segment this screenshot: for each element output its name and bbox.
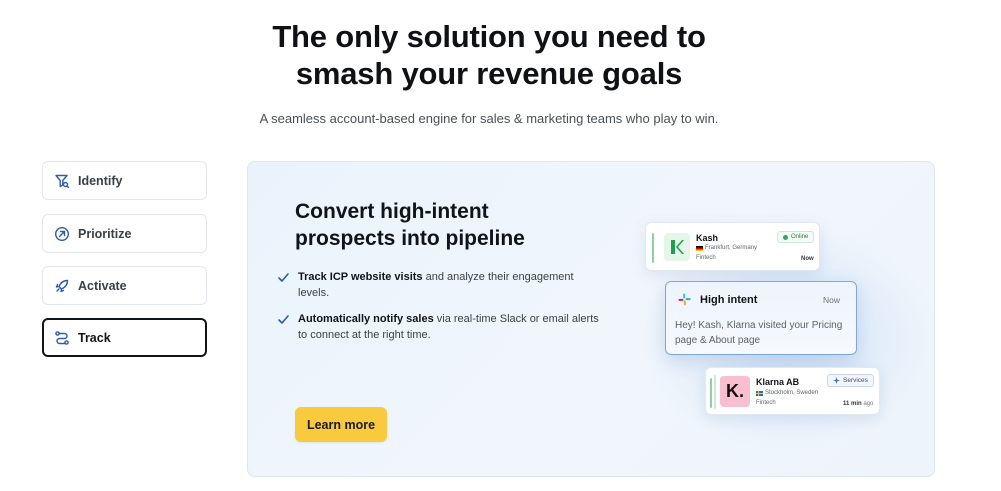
- tab-activate[interactable]: Activate: [42, 266, 207, 305]
- company-name: Kash: [696, 233, 719, 243]
- tab-label: Activate: [78, 278, 127, 293]
- high-intent-alert-card: High intent Now Hey! Kash, Klarna visite…: [665, 281, 857, 355]
- tab-prioritize[interactable]: Prioritize: [42, 214, 207, 253]
- timestamp: 11 min ago: [843, 401, 873, 407]
- tab-label: Identify: [78, 173, 123, 188]
- category-badge: Services: [827, 374, 874, 387]
- panel-heading-line-1: Convert high-intent: [295, 200, 489, 223]
- learn-more-button[interactable]: Learn more: [295, 407, 387, 442]
- alert-time: Now: [823, 295, 841, 305]
- feature-item: Track ICP website visits and analyze the…: [277, 269, 607, 301]
- timestamp-suffix: ago: [861, 401, 874, 407]
- company-location: Frankfurt, Germany: [696, 245, 757, 251]
- company-card-klarna: K. Klarna AB Stockholm, Sweden Fintech S…: [705, 367, 880, 415]
- company-location: Stockholm, Sweden: [756, 390, 818, 396]
- check-icon: [278, 315, 289, 324]
- accent-bar: [652, 233, 654, 263]
- route-icon: [54, 330, 70, 346]
- panel-heading: Convert high-intent prospects into pipel…: [295, 198, 595, 252]
- status-text: Online: [791, 234, 809, 240]
- slack-icon: [678, 293, 691, 306]
- hero-title-line-2: smash your revenue goals: [295, 56, 683, 91]
- online-dot-icon: [783, 234, 788, 240]
- company-card-kash: Kash Frankfurt, Germany Fintech Online N…: [645, 222, 820, 271]
- company-industry: Fintech: [756, 400, 776, 406]
- sweden-flag-icon: [756, 390, 763, 396]
- feature-bold: Automatically notify sales: [298, 313, 434, 325]
- check-icon: [278, 273, 289, 282]
- location-text: Stockholm, Sweden: [765, 390, 819, 396]
- company-name: Klarna AB: [756, 377, 800, 387]
- badge-text: Services: [843, 377, 868, 384]
- klarna-logo-icon: K.: [720, 376, 750, 407]
- tab-label: Track: [78, 330, 111, 345]
- accent-bar: [714, 375, 716, 409]
- company-industry: Fintech: [696, 255, 716, 261]
- tab-track[interactable]: Track: [42, 318, 207, 357]
- accent-bar: [710, 378, 712, 408]
- timestamp: Now: [801, 256, 814, 262]
- rocket-icon: [54, 278, 70, 294]
- alert-title: High intent: [700, 294, 758, 306]
- timestamp-value: 11 min: [843, 401, 862, 407]
- kash-logo-icon: [664, 233, 690, 261]
- location-text: Frankfurt, Germany: [705, 245, 758, 251]
- tab-label: Prioritize: [78, 226, 132, 241]
- alert-message: Hey! Kash, Klarna visited your Pricing p…: [675, 320, 843, 346]
- hero-subtitle: A seamless account-based engine for sale…: [259, 111, 719, 126]
- feature-panel: Convert high-intent prospects into pipel…: [247, 161, 935, 477]
- feature-item: Automatically notify sales via real-time…: [277, 311, 607, 343]
- status-badge: Online: [777, 231, 815, 243]
- tab-identify[interactable]: Identify: [42, 161, 207, 200]
- panel-heading-line-2: prospects into pipeline: [295, 227, 525, 250]
- arrow-circle-icon: [54, 226, 70, 242]
- germany-flag-icon: [696, 245, 703, 251]
- hero-title-line-1: The only solution you need to: [272, 19, 706, 54]
- filter-icon: [54, 173, 70, 189]
- sparkle-icon: [833, 377, 840, 384]
- hero-title: The only solution you need to smash your…: [0, 18, 978, 92]
- feature-bold: Track ICP website visits: [298, 271, 423, 283]
